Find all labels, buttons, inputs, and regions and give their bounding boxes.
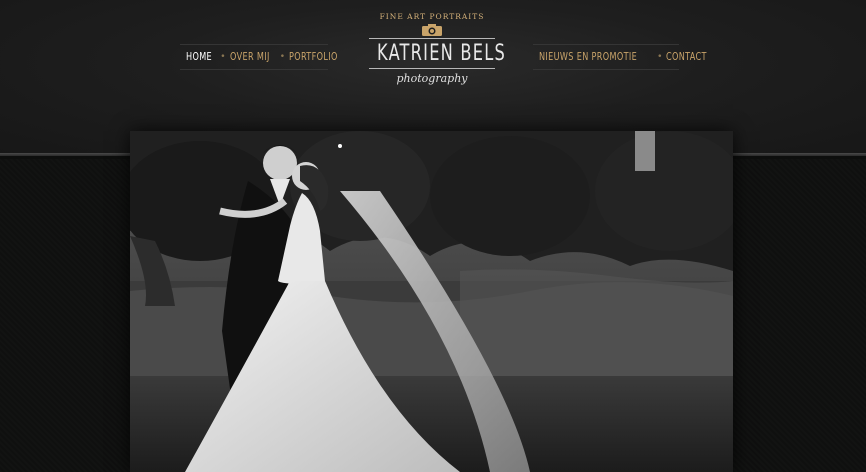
nav-home[interactable]: HOME (186, 51, 212, 63)
nav-separator: • (220, 52, 226, 62)
nav-contact[interactable]: CONTACT (666, 51, 707, 63)
nav-over-mij[interactable]: OVER MIJ (230, 51, 270, 63)
logo-divider (369, 38, 495, 39)
nav-separator: • (279, 52, 286, 62)
nav-nieuws-en-promotie[interactable]: NIEUWS EN PROMOTIE (539, 51, 637, 63)
nav-right: NIEUWS EN PROMOTIE • CONTACT (533, 44, 707, 70)
wedding-photo-illustration (130, 131, 733, 472)
nav-separator: • (657, 52, 663, 62)
camera-icon (422, 24, 442, 36)
nav-portfolio[interactable]: PORTFOLIO (289, 51, 338, 63)
logo-divider (369, 68, 495, 69)
logo-subtitle: photography (396, 72, 468, 85)
logo-name: KATRIEN BELS (377, 41, 507, 66)
site-logo[interactable]: FINE ART PORTRAITS KATRIEN BELS photogra… (365, 12, 507, 102)
logo-tagline: FINE ART PORTRAITS (379, 12, 485, 21)
hero-photo (130, 131, 733, 472)
nav-left: HOME • OVER MIJ • PORTFOLIO (180, 44, 337, 70)
